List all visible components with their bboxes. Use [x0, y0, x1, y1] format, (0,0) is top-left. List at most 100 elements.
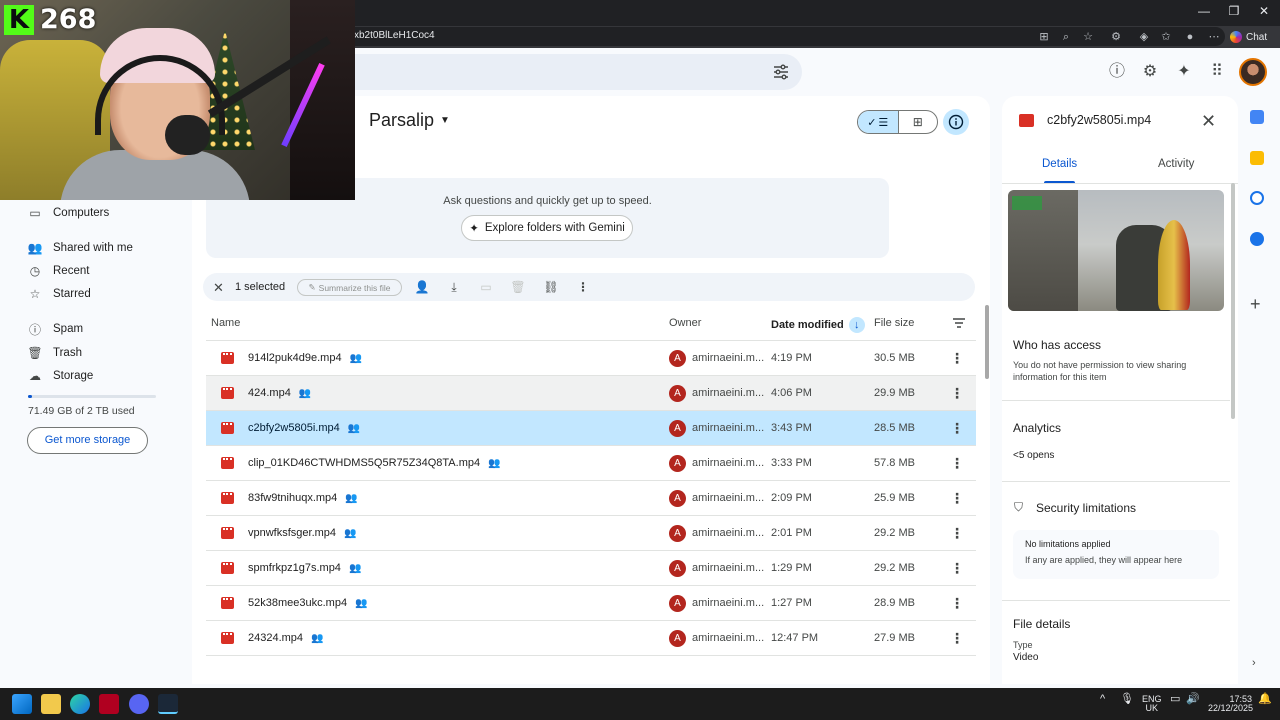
- grid-view-button[interactable]: ⊞: [897, 111, 938, 133]
- sort-down-arrow-icon[interactable]: ↓: [848, 317, 865, 333]
- edge-browser-icon[interactable]: [70, 694, 90, 714]
- column-header-date-modified[interactable]: Date modified ↓: [771, 317, 865, 333]
- sidebar-item-computers[interactable]: ▭ Computers: [27, 203, 109, 223]
- sidebar-item-trash[interactable]: 🗑 Trash: [27, 343, 82, 363]
- sidebar-item-storage[interactable]: ☁ Storage: [27, 366, 93, 386]
- summarize-file-button[interactable]: ✎ Summarize this file: [297, 279, 402, 296]
- notification-bell-icon[interactable]: 🔔: [1258, 694, 1272, 705]
- move-folder-icon[interactable]: ▭: [478, 279, 494, 295]
- list-view-button[interactable]: ✓ ☰: [858, 111, 898, 133]
- google-apps-icon[interactable]: ⠿: [1208, 63, 1226, 81]
- extensions-icon[interactable]: ⚙: [1108, 29, 1124, 45]
- settings-gear-icon[interactable]: ⚙: [1141, 63, 1159, 81]
- star-icon: ☆: [29, 287, 41, 301]
- table-row[interactable]: 52k38mee3ukc.mp4 👥 A amirnaeini.m... 1:27…: [206, 586, 976, 621]
- sidebar-item-starred[interactable]: ☆ Starred: [27, 284, 91, 304]
- sidebar-item-recent[interactable]: ◷ Recent: [27, 261, 90, 281]
- help-icon[interactable]: ⓘ: [1108, 63, 1126, 81]
- minimize-button[interactable]: —: [1192, 4, 1216, 18]
- owner-name: amirnaeini.m...: [692, 387, 765, 399]
- table-row[interactable]: spmfrkpz1g7s.mp4 👥 A amirnaeini.m... 1:29…: [206, 551, 976, 586]
- table-row-selected[interactable]: c2bfy2w5805i.mp4 👥 A amirnaeini.m... 3:43…: [206, 411, 976, 446]
- view-toggle[interactable]: ✓ ☰ ⊞: [857, 110, 938, 134]
- row-more-icon[interactable]: ⋮: [950, 455, 964, 472]
- owner-avatar: A: [669, 560, 686, 577]
- row-more-icon[interactable]: ⋮: [950, 420, 964, 437]
- app-icon[interactable]: [99, 694, 119, 714]
- more-menu-icon[interactable]: ⋯: [1206, 29, 1222, 45]
- table-row[interactable]: 424.mp4 👥 A amirnaeini.m... 4:06 PM 29.9 …: [206, 376, 976, 411]
- table-row[interactable]: vpnwfksfsger.mp4 👥 A amirnaeini.m... 2:01…: [206, 516, 976, 551]
- favorites-icon[interactable]: ✩: [1158, 29, 1174, 45]
- close-details-icon[interactable]: ✕: [1201, 111, 1216, 132]
- analytics-heading: Analytics: [1013, 421, 1062, 435]
- clock[interactable]: 17:53 22/12/2025: [1208, 695, 1253, 713]
- tab-activity[interactable]: Activity: [1158, 158, 1194, 170]
- copilot-chat-button[interactable]: Chat: [1230, 28, 1267, 46]
- video-thumbnail[interactable]: [1008, 190, 1224, 311]
- download-icon[interactable]: ⤓: [446, 279, 462, 295]
- table-row[interactable]: 24324.mp4 👥 A amirnaeini.m... 12:47 PM 27…: [206, 621, 976, 656]
- add-app-icon[interactable]: +: [1250, 294, 1261, 315]
- row-more-icon[interactable]: ⋮: [950, 385, 964, 402]
- share-add-person-icon[interactable]: 👤: [414, 279, 430, 295]
- tray-overflow-chevron-icon[interactable]: ^: [1100, 694, 1105, 705]
- microphone-icon[interactable]: 🎙: [1120, 694, 1134, 705]
- owner-avatar: A: [669, 420, 686, 437]
- contacts-icon[interactable]: [1250, 232, 1264, 246]
- calendar-icon[interactable]: [1250, 110, 1264, 124]
- tab-details[interactable]: Details: [1042, 158, 1077, 170]
- apps-grid-icon[interactable]: ⊞: [1036, 29, 1052, 45]
- search-options-icon[interactable]: [772, 63, 790, 81]
- tasks-icon[interactable]: [1250, 191, 1264, 205]
- table-row[interactable]: 83fw9tnihuqx.mp4 👥 A amirnaeini.m... 2:09…: [206, 481, 976, 516]
- volume-icon[interactable]: 🔊: [1186, 694, 1200, 705]
- folder-title-dropdown[interactable]: Parsalip ▼: [369, 110, 450, 131]
- date-modified: 1:29 PM: [771, 562, 812, 574]
- bookmark-star-icon[interactable]: ☆: [1080, 29, 1096, 45]
- file-list-scrollbar[interactable]: [985, 305, 989, 379]
- selection-toolbar: ✕ 1 selected ✎ Summarize this file 👤 ⤓ ▭…: [203, 273, 975, 301]
- expand-panel-chevron-icon[interactable]: ›: [1252, 657, 1256, 669]
- profile-icon[interactable]: ●: [1182, 29, 1198, 45]
- details-scrollbar[interactable]: [1231, 183, 1235, 419]
- delete-icon[interactable]: 🗑: [510, 279, 526, 295]
- file-explorer-icon[interactable]: [41, 694, 61, 714]
- table-row[interactable]: 914l2puk4d9e.mp4 👥 A amirnaeini.m... 4:19…: [206, 341, 976, 376]
- more-actions-icon[interactable]: ⋮: [575, 279, 591, 295]
- row-more-icon[interactable]: ⋮: [950, 630, 964, 647]
- copy-link-icon[interactable]: ⛓: [543, 279, 559, 295]
- sort-options-icon[interactable]: [952, 316, 966, 330]
- thumbnail-hud: [1012, 196, 1042, 210]
- network-icon[interactable]: ▭: [1170, 694, 1180, 705]
- get-more-storage-button[interactable]: Get more storage: [27, 427, 148, 454]
- row-more-icon[interactable]: ⋮: [950, 560, 964, 577]
- row-more-icon[interactable]: ⋮: [950, 525, 964, 542]
- windows-start-icon[interactable]: [12, 694, 32, 714]
- keep-icon[interactable]: [1250, 151, 1264, 165]
- row-more-icon[interactable]: ⋮: [950, 490, 964, 507]
- row-more-icon[interactable]: ⋮: [950, 350, 964, 367]
- discord-icon[interactable]: [129, 694, 149, 714]
- background-monitor: [290, 0, 355, 200]
- steam-icon[interactable]: [158, 694, 178, 714]
- maximize-button[interactable]: ❐: [1222, 4, 1246, 18]
- close-window-button[interactable]: ✕: [1252, 4, 1276, 18]
- shield-icon[interactable]: ◈: [1136, 29, 1152, 45]
- column-header-owner[interactable]: Owner: [669, 317, 701, 329]
- row-more-icon[interactable]: ⋮: [950, 595, 964, 612]
- gemini-sparkle-icon[interactable]: ✦: [1175, 63, 1193, 81]
- table-row[interactable]: clip_01KD46CTWHDMS5Q5R75Z34Q8TA.mp4 👥 A a…: [206, 446, 976, 481]
- clear-selection-icon[interactable]: ✕: [213, 280, 224, 296]
- explore-with-gemini-button[interactable]: ✦ Explore folders with Gemini: [461, 215, 633, 241]
- details-info-button[interactable]: [943, 109, 969, 135]
- security-limitations-box: No limitations applied If any are applie…: [1013, 530, 1219, 579]
- search-bar[interactable]: [350, 54, 802, 90]
- zoom-icon[interactable]: ⌕: [1058, 29, 1074, 45]
- column-header-name[interactable]: Name: [211, 317, 240, 329]
- account-avatar[interactable]: [1239, 58, 1267, 86]
- sidebar-item-spam[interactable]: ⓘ Spam: [27, 319, 83, 339]
- column-header-file-size[interactable]: File size: [874, 317, 914, 329]
- sidebar-item-shared-with-me[interactable]: 👥 Shared with me: [27, 238, 133, 258]
- language-indicator[interactable]: ENG UK: [1142, 695, 1162, 713]
